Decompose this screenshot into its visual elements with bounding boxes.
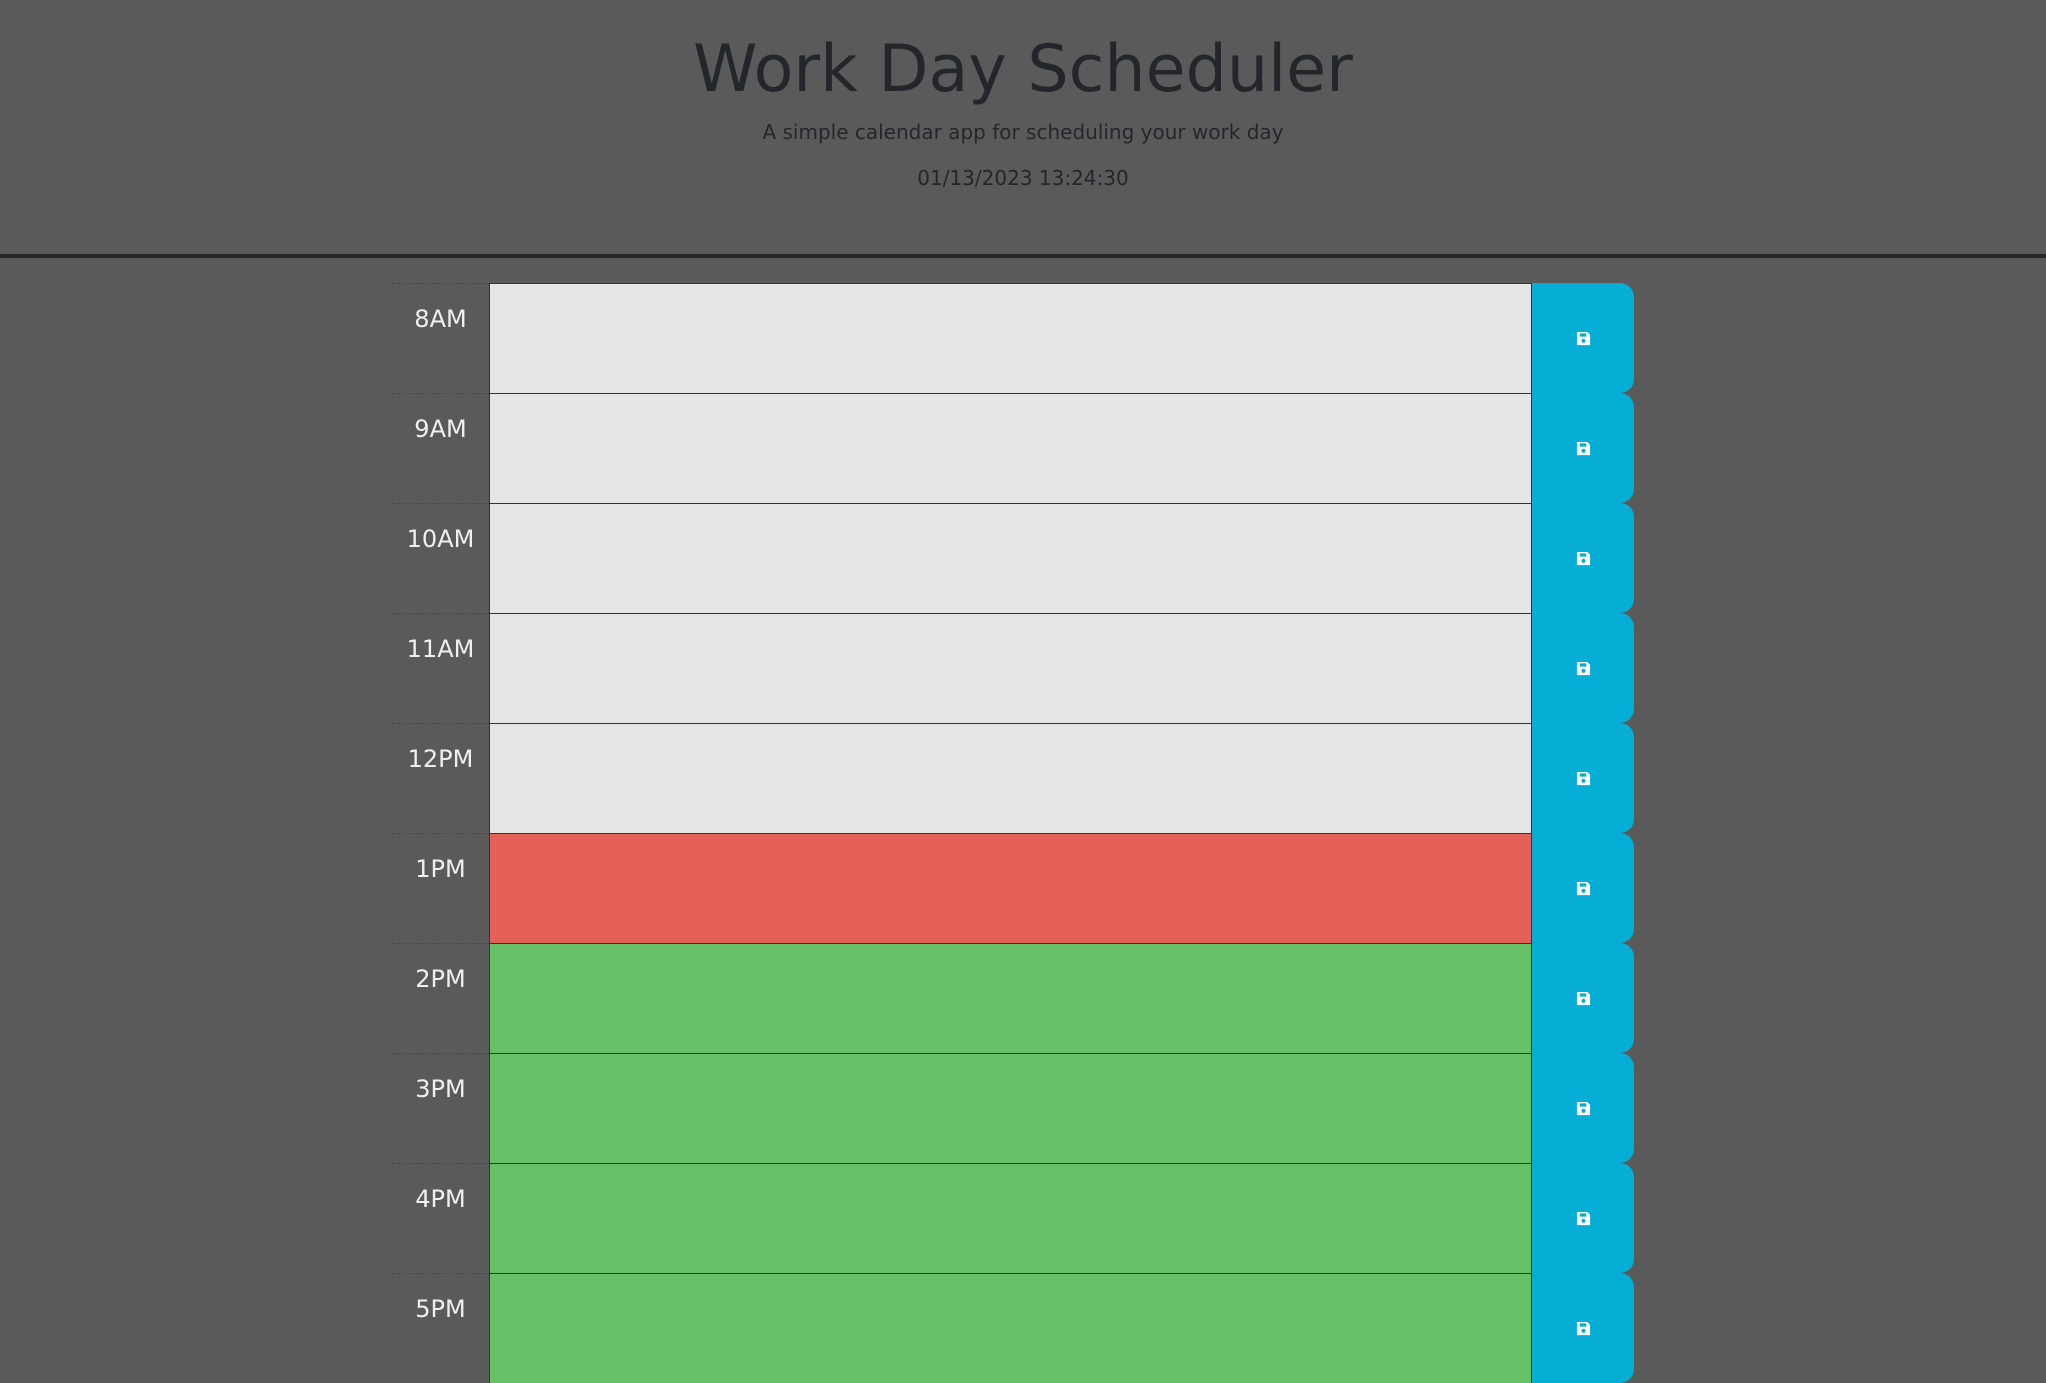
time-block-row: 12PM [392,723,1634,833]
time-block-row: 5PM [392,1273,1634,1383]
floppy-disk-icon [1576,1101,1590,1115]
hour-label: 11AM [392,613,489,723]
time-block-row: 9AM [392,393,1634,503]
floppy-disk-icon [1576,771,1590,785]
event-description-input[interactable] [489,723,1531,833]
floppy-disk-icon [1576,1321,1590,1335]
floppy-disk-icon [1576,661,1590,675]
event-description-input[interactable] [489,503,1531,613]
header: Work Day Scheduler A simple calendar app… [0,0,2046,258]
floppy-disk-icon [1576,881,1590,895]
time-block-row: 10AM [392,503,1634,613]
floppy-disk-icon [1576,441,1590,455]
time-block-row: 8AM [392,283,1634,393]
save-button[interactable] [1531,723,1634,833]
hour-label: 12PM [392,723,489,833]
time-block-row: 4PM [392,1163,1634,1273]
hour-label: 2PM [392,943,489,1053]
save-button[interactable] [1531,1163,1634,1273]
save-button[interactable] [1531,283,1634,393]
event-description-input[interactable] [489,1163,1531,1273]
hour-label: 1PM [392,833,489,943]
hour-label: 9AM [392,393,489,503]
save-button[interactable] [1531,943,1634,1053]
time-block-row: 2PM [392,943,1634,1053]
save-button[interactable] [1531,613,1634,723]
time-block-row: 1PM [392,833,1634,943]
floppy-disk-icon [1576,331,1590,345]
save-button[interactable] [1531,1273,1634,1383]
time-block-row: 3PM [392,1053,1634,1163]
page-subtitle: A simple calendar app for scheduling you… [762,120,1284,144]
event-description-input[interactable] [489,283,1531,393]
event-description-input[interactable] [489,1053,1531,1163]
save-button[interactable] [1531,1053,1634,1163]
page-title: Work Day Scheduler [693,32,1353,107]
event-description-input[interactable] [489,943,1531,1053]
event-description-input[interactable] [489,833,1531,943]
hour-label: 5PM [392,1273,489,1383]
time-blocks-container: 8AM 9AM 10AM 11AM 12PM 1PM 2PM 3PM 4PM 5PM [392,283,1634,1383]
hour-label: 10AM [392,503,489,613]
hour-label: 3PM [392,1053,489,1163]
save-button[interactable] [1531,503,1634,613]
time-block-row: 11AM [392,613,1634,723]
floppy-disk-icon [1576,991,1590,1005]
event-description-input[interactable] [489,1273,1531,1383]
save-button[interactable] [1531,833,1634,943]
floppy-disk-icon [1576,551,1590,565]
hour-label: 4PM [392,1163,489,1273]
current-datetime: 01/13/2023 13:24:30 [917,166,1129,190]
event-description-input[interactable] [489,393,1531,503]
hour-label: 8AM [392,283,489,393]
event-description-input[interactable] [489,613,1531,723]
save-button[interactable] [1531,393,1634,503]
floppy-disk-icon [1576,1211,1590,1225]
